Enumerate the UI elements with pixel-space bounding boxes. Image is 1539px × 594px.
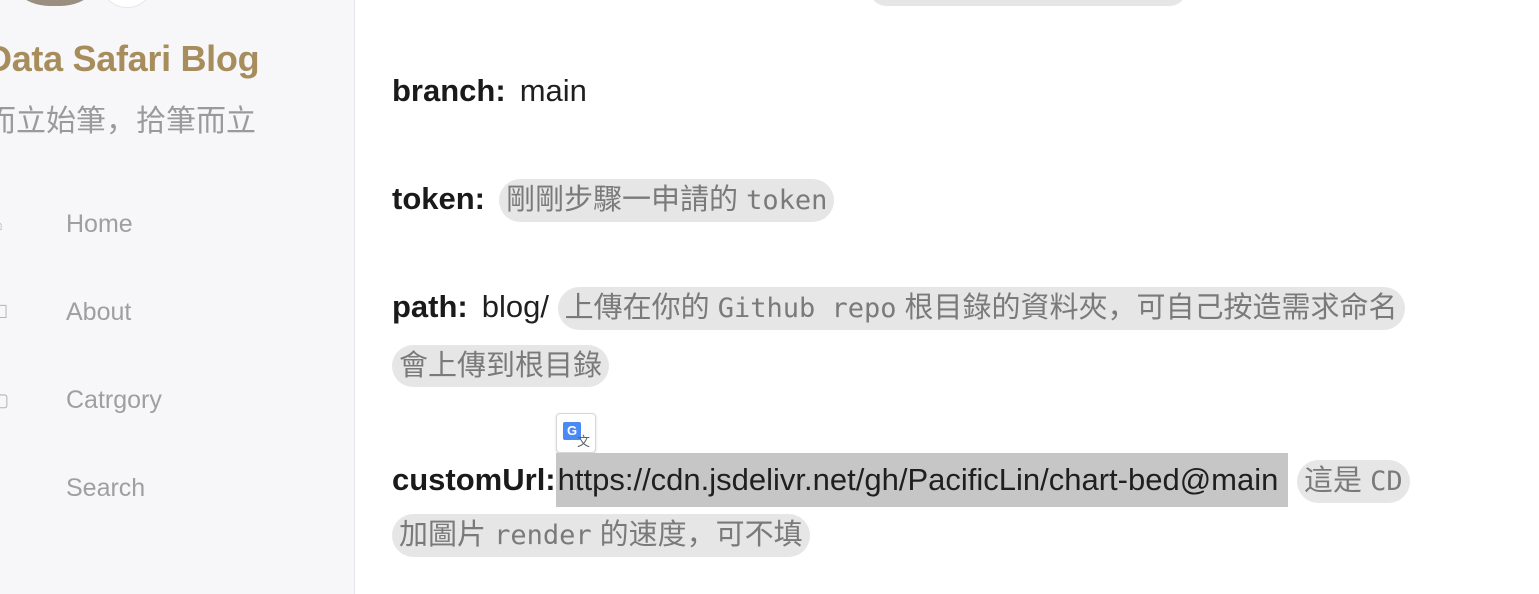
- customurl-note2-text: 加圖片: [399, 519, 495, 551]
- path-key: path:: [392, 289, 468, 324]
- sidebar-item-label: Catrgory: [66, 385, 162, 414]
- path-note-continued: 會上傳到根目錄: [392, 345, 610, 387]
- customurl-note: 這是 CD: [1297, 460, 1410, 503]
- google-translate-icon[interactable]: G 文: [556, 413, 596, 453]
- token-key: token:: [392, 181, 485, 216]
- path-value: blog/: [481, 289, 549, 324]
- token-row: token: 剛剛步驟一申請的 token: [392, 179, 835, 222]
- path-note: 上傳在你的 Github repo 根目錄的資料夾，可自己按造需求命名: [557, 287, 1405, 330]
- path-note-suffix: 根目錄的資料夾，可自己按造需求命名: [896, 292, 1398, 324]
- previous-line-chip: [870, 0, 1186, 6]
- customurl-note-code: CD: [1370, 466, 1403, 497]
- folder-icon: ▢: [0, 390, 9, 411]
- sidebar-item-label: Home: [66, 209, 133, 238]
- customurl-note-continued: 加圖片 render 的速度，可不填: [392, 514, 810, 557]
- branch-row: branch: main: [392, 71, 587, 111]
- customurl-note-text: 這是: [1304, 465, 1371, 497]
- sidebar-nav: ⌂ Home ☐ About ▢ Catrgory ⌕ Search: [0, 180, 354, 532]
- sidebar-item-home[interactable]: ⌂ Home: [0, 180, 354, 268]
- sidebar-item-label: About: [66, 297, 132, 326]
- token-note-text: 剛剛步驟一申請的: [506, 184, 747, 216]
- user-icon: ☐: [0, 302, 8, 323]
- customurl-row: customUrl:https://cdn.jsdelivr.net/gh/Pa…: [392, 453, 1410, 507]
- site-title[interactable]: Data Safari Blog: [0, 38, 260, 80]
- sidebar-item-label: Search: [66, 473, 146, 502]
- home-icon: ⌂: [0, 214, 8, 235]
- sidebar-item-about[interactable]: ☐ About: [0, 268, 354, 356]
- path-row: path: blog/ 上傳在你的 Github repo 根目錄的資料夾，可自己…: [392, 287, 1405, 330]
- customurl-note2-code: render: [494, 520, 592, 551]
- avatar-badge: [100, 0, 154, 8]
- customurl-note-line2: 加圖片 render 的速度，可不填: [392, 514, 810, 557]
- token-note-code: token: [746, 185, 828, 216]
- customurl-value[interactable]: https://cdn.jsdelivr.net/gh/PacificLin/c…: [555, 453, 1289, 507]
- branch-key: branch:: [392, 73, 506, 108]
- site-subtitle: 而立始筆，拾筆而立: [0, 105, 256, 138]
- sidebar-item-category[interactable]: ▢ Catrgory: [0, 356, 354, 444]
- path-note-code: Github repo: [717, 293, 897, 324]
- path-note-line2: 會上傳到根目錄: [392, 345, 610, 387]
- search-icon: ⌕: [0, 478, 8, 499]
- branch-value: main: [519, 73, 587, 108]
- article-content: branch: main token: 剛剛步驟一申請的 token path: bl…: [392, 0, 1539, 594]
- path-note-text: 上傳在你的: [564, 292, 718, 324]
- customurl-note2-suffix: 的速度，可不填: [591, 519, 803, 551]
- avatar[interactable]: [0, 0, 110, 6]
- sidebar-item-search[interactable]: ⌕ Search: [0, 444, 354, 532]
- customurl-key: customUrl:: [392, 462, 556, 497]
- token-note: 剛剛步驟一申請的 token: [499, 179, 835, 222]
- sidebar: Data Safari Blog 而立始筆，拾筆而立 ⌂ Home ☐ Abou…: [0, 0, 355, 594]
